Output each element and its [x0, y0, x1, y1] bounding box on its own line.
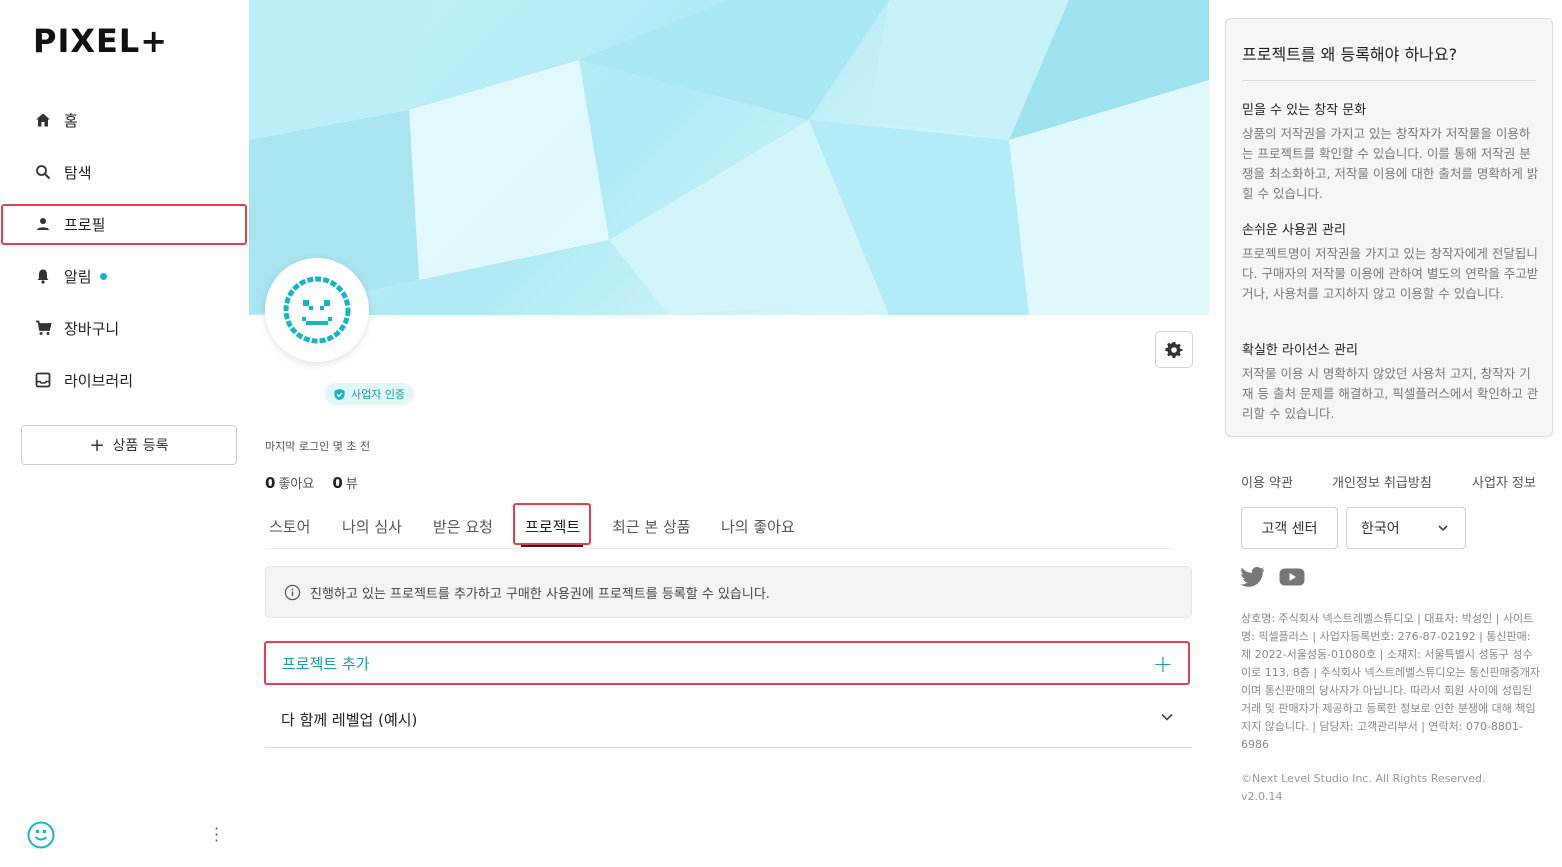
why-section-heading: 손쉬운 사용권 관리 — [1242, 223, 1346, 238]
divider — [1242, 80, 1536, 81]
copyright-text: ©Next Level Studio Inc. All Rights Reser… — [1241, 772, 1486, 785]
project-name: 다 함께 레벨업 (예시) — [281, 711, 418, 729]
unread-dot — [99, 272, 107, 280]
why-section-body: 저작물 이용 시 명확하지 않았던 사용처 고지, 창작자 기재 등 출처 문제… — [1242, 366, 1539, 421]
profile-tabs: 스토어 나의 심사 받은 요청 프로젝트 최근 본 상품 나의 좋아요 — [265, 504, 1173, 549]
why-section: 믿을 수 있는 창작 문화 상품의 저작권을 가지고 있는 창작자가 저작물을 … — [1242, 99, 1540, 204]
sidebar-item-label: 홈 — [64, 111, 78, 130]
projects-tab-highlight-box — [513, 503, 591, 545]
chevron-down-icon[interactable] — [1160, 710, 1174, 724]
tab-my-likes[interactable]: 나의 좋아요 — [721, 516, 795, 537]
notice-text: 진행하고 있는 프로젝트를 추가하고 구매한 사용권에 프로젝트를 등록할 수 … — [310, 586, 770, 602]
active-tab-underline — [521, 545, 583, 547]
why-register-card: 프로젝트를 왜 등록해야 하나요? 믿을 수 있는 창작 문화 상품의 저작권을… — [1225, 18, 1553, 437]
profile-stats: 0 좋아요 0뷰 — [265, 473, 358, 492]
views-label: 뷰 — [345, 477, 358, 492]
search-icon — [34, 163, 52, 181]
more-vertical-icon[interactable]: · · · — [214, 821, 219, 849]
chevron-down-icon — [1438, 525, 1448, 532]
business-info-link[interactable]: 사업자 정보 — [1472, 472, 1536, 491]
info-icon — [284, 584, 301, 600]
sidebar-item-home[interactable]: 홈 — [0, 100, 249, 140]
pixel-plus-logo[interactable]: PIXEL+ — [33, 22, 168, 60]
add-project-label: 프로젝트 추가 — [282, 654, 370, 673]
cart-icon — [34, 319, 52, 337]
sidebar-item-label: 라이브러리 — [64, 371, 134, 390]
tab-recently-viewed[interactable]: 최근 본 상품 — [612, 516, 691, 537]
language-select[interactable]: 한국어 — [1346, 507, 1466, 549]
sidebar-item-library[interactable]: 라이브러리 — [0, 360, 249, 400]
views-count: 0 — [332, 474, 343, 492]
project-item[interactable]: 다 함께 레벨업 (예시) — [265, 692, 1192, 748]
profile-cover-image — [249, 0, 1209, 315]
last-login-text: 마지막 로그인 몇 초 전 — [265, 440, 371, 453]
tab-my-review[interactable]: 나의 심사 — [342, 516, 402, 537]
profile-highlight-box — [1, 204, 247, 245]
library-icon — [34, 371, 52, 389]
why-section: 확실한 라이선스 관리 저작물 이용 시 명확하지 않았던 사용처 고지, 창작… — [1242, 339, 1540, 424]
business-verified-badge: 사업자 인증 — [325, 383, 415, 405]
verify-badge-label: 사업자 인증 — [351, 388, 406, 401]
why-section-body: 상품의 저작권을 가지고 있는 창작자가 저작물을 이용하는 프로젝트를 확인할… — [1242, 126, 1539, 201]
sidebar-item-cart[interactable]: 장바구니 — [0, 308, 249, 348]
likes-stat: 0 좋아요 — [265, 473, 314, 492]
why-section-heading: 확실한 라이선스 관리 — [1242, 343, 1358, 358]
plus-icon: + — [1152, 650, 1173, 678]
youtube-icon[interactable] — [1279, 567, 1305, 587]
plus-icon: + — [89, 434, 105, 456]
projects-info-notice: 진행하고 있는 프로젝트를 추가하고 구매한 사용권에 프로젝트를 등록할 수 … — [265, 566, 1192, 618]
why-section: 손쉬운 사용권 관리 프로젝트명이 저작권을 가지고 있는 창작자에게 전달됩니… — [1242, 219, 1540, 304]
profile-avatar[interactable] — [265, 258, 369, 362]
why-section-body: 프로젝트명이 저작권을 가지고 있는 창작자에게 전달됩니다. 구매자의 저작물… — [1242, 246, 1539, 301]
language-value: 한국어 — [1361, 521, 1400, 537]
add-project-button[interactable]: 프로젝트 추가 + — [264, 641, 1190, 685]
customer-center-button[interactable]: 고객 센터 — [1241, 507, 1338, 549]
privacy-link[interactable]: 개인정보 취급방침 — [1332, 472, 1432, 491]
why-section-heading: 믿을 수 있는 창작 문화 — [1242, 103, 1367, 118]
why-card-title: 프로젝트를 왜 등록해야 하나요? — [1242, 45, 1458, 64]
tab-store[interactable]: 스토어 — [269, 516, 310, 537]
twitter-icon[interactable] — [1241, 567, 1265, 587]
version-text: v2.0.14 — [1241, 790, 1283, 803]
user-avatar[interactable] — [27, 821, 55, 849]
sidebar-item-search[interactable]: 탐색 — [0, 152, 249, 192]
bell-icon — [34, 267, 52, 285]
likes-count: 0 — [265, 474, 276, 492]
likes-label: 좋아요 — [278, 477, 315, 492]
sidebar-item-label: 탐색 — [64, 163, 92, 182]
add-product-button[interactable]: + 상품 등록 — [21, 425, 237, 465]
shield-check-icon — [334, 388, 345, 400]
copyright-block: ©Next Level Studio Inc. All Rights Reser… — [1241, 770, 1485, 806]
sidebar: PIXEL+ 홈 탐색 프로필 알림 장바구니 라이브러리 + 상품 등록 · … — [0, 0, 249, 867]
views-stat: 0뷰 — [332, 473, 357, 492]
business-info-text: 상호명: 주식회사 넥스트레벨스튜디오 | 대표자: 박성인 | 사이트명: 픽… — [1241, 612, 1541, 751]
sidebar-item-label: 장바구니 — [64, 319, 120, 338]
add-product-label: 상품 등록 — [112, 438, 169, 454]
settings-button[interactable] — [1155, 331, 1193, 368]
social-links — [1241, 567, 1305, 587]
sidebar-item-notifications[interactable]: 알림 — [0, 256, 249, 296]
tab-received-requests[interactable]: 받은 요청 — [433, 516, 493, 537]
sidebar-item-label: 알림 — [64, 267, 92, 286]
home-icon — [34, 111, 52, 129]
terms-link[interactable]: 이용 약관 — [1241, 472, 1293, 491]
gear-icon — [1165, 341, 1183, 358]
